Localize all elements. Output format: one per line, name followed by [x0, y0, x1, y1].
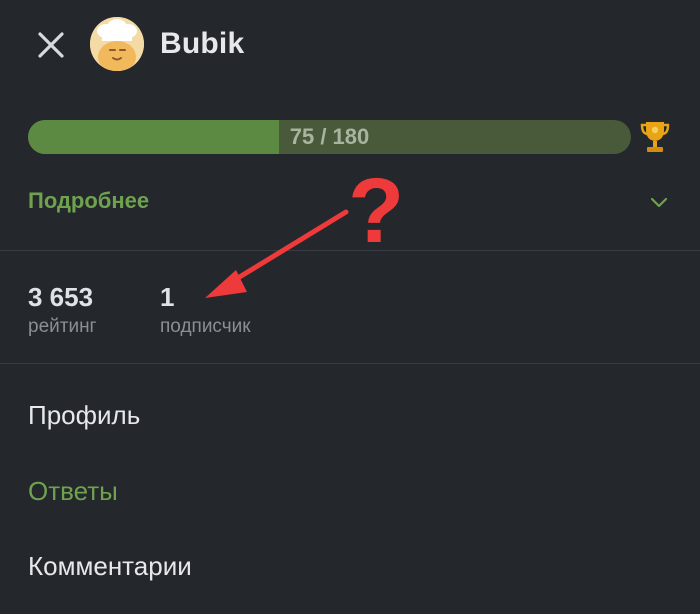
details-link[interactable]: Подробнее [28, 188, 149, 214]
menu-item-profile[interactable]: Профиль [28, 400, 140, 431]
chef-avatar-icon [90, 17, 144, 71]
rating-value: 3 653 [28, 282, 94, 312]
rating-stat[interactable]: 3 653 рейтинг [28, 282, 97, 338]
menu-item-answers[interactable]: Ответы [28, 476, 118, 507]
annotation-arrow [205, 209, 349, 298]
annotation-question-mark: ? [348, 160, 405, 262]
subscribers-label: подписчик [160, 316, 251, 337]
subscribers-stat[interactable]: 1 подписчик [160, 282, 251, 338]
chevron-down-icon [650, 197, 668, 208]
profile-header: Bubik [0, 0, 700, 92]
avatar[interactable] [90, 17, 144, 71]
rating-label: рейтинг [28, 316, 97, 337]
progress-label: 75 / 180 [289, 124, 370, 149]
close-icon [38, 32, 64, 58]
level-progress-bar: 75 / 180 [28, 120, 631, 154]
username: Bubik [160, 27, 245, 60]
section-divider [0, 363, 700, 364]
subscribers-value: 1 [160, 282, 175, 312]
close-button[interactable] [30, 26, 70, 66]
menu-item-comments[interactable]: Комментарии [28, 551, 192, 582]
trophy-button[interactable] [640, 118, 670, 156]
trophy-icon [640, 122, 670, 152]
expand-button[interactable] [648, 192, 670, 212]
